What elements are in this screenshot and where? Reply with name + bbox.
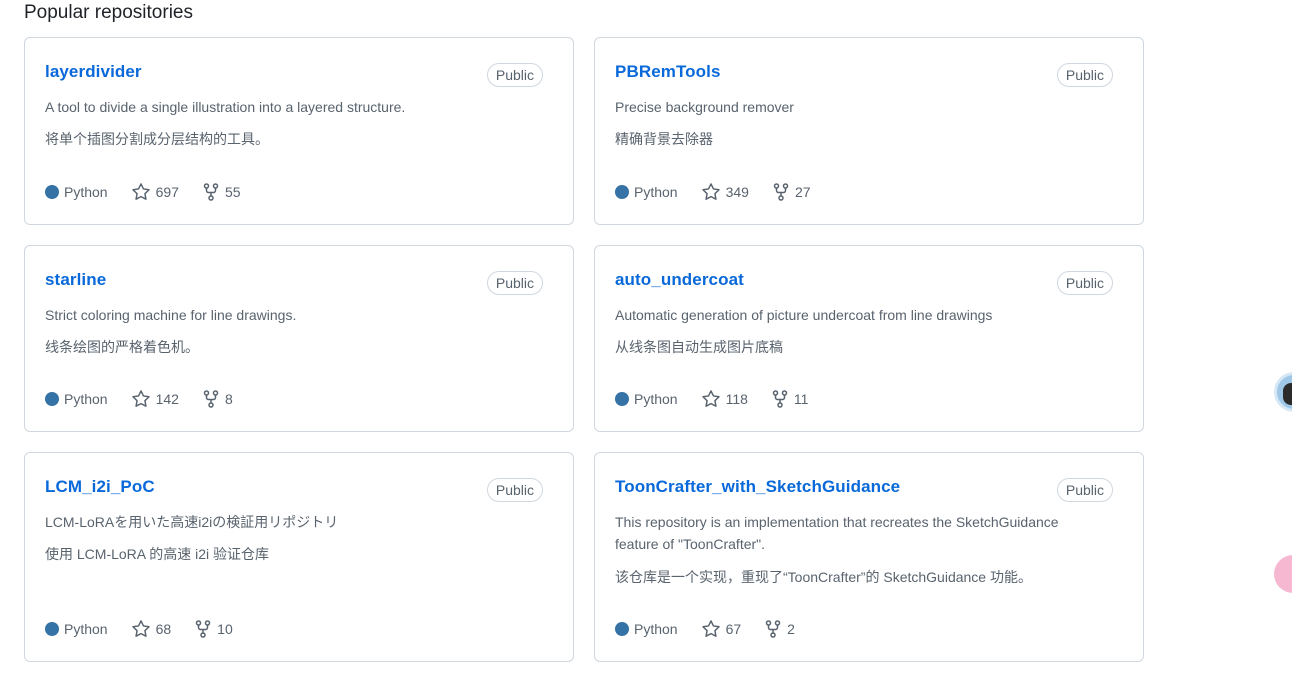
repo-description: A tool to divide a single illustration i… bbox=[45, 99, 406, 115]
visibility-badge: Public bbox=[486, 271, 543, 295]
repo-link[interactable]: layerdivider bbox=[45, 62, 142, 82]
star-icon bbox=[131, 620, 150, 637]
stars-link[interactable]: 67 bbox=[701, 620, 742, 638]
star-icon bbox=[701, 620, 720, 637]
forks-link[interactable]: 27 bbox=[773, 183, 811, 201]
repo-card: starline Public Strict coloring machine … bbox=[24, 245, 574, 432]
visibility-badge: Public bbox=[1056, 63, 1113, 87]
repo-description: LCM-LoRAを用いた高速i2iの検証用リポジトリ bbox=[45, 514, 339, 530]
fork-count: 55 bbox=[224, 184, 241, 200]
star-count: 697 bbox=[155, 184, 179, 200]
star-count: 67 bbox=[725, 621, 742, 637]
fork-icon bbox=[773, 183, 789, 201]
repo-language: Python bbox=[64, 184, 108, 200]
fork-icon bbox=[765, 620, 781, 638]
stars-link[interactable]: 68 bbox=[131, 620, 172, 638]
forks-link[interactable]: 8 bbox=[203, 390, 233, 408]
repo-card: auto_undercoat Public Automatic generati… bbox=[594, 245, 1144, 432]
star-count: 142 bbox=[155, 391, 179, 407]
fork-count: 10 bbox=[217, 621, 233, 637]
forks-link[interactable]: 55 bbox=[203, 183, 241, 201]
repo-link[interactable]: auto_undercoat bbox=[615, 270, 744, 290]
repo-language: Python bbox=[64, 621, 108, 637]
language-color-dot bbox=[45, 622, 59, 636]
repo-meta: Python 118 11 bbox=[615, 389, 832, 409]
star-count: 118 bbox=[725, 391, 748, 407]
fork-icon bbox=[203, 390, 219, 408]
repo-meta: Python 349 27 bbox=[615, 182, 835, 202]
repo-language: Python bbox=[634, 621, 678, 637]
repo-description: Automatic generation of picture undercoa… bbox=[615, 307, 993, 323]
profile-page: Popular repositories layerdivider Public… bbox=[0, 0, 1292, 695]
language-color-dot bbox=[45, 185, 59, 199]
forks-link[interactable]: 10 bbox=[195, 620, 233, 638]
fork-count: 8 bbox=[224, 391, 233, 407]
repo-description-translation: 将单个插图分割成分层结构的工具。 bbox=[45, 131, 269, 147]
stars-link[interactable]: 118 bbox=[701, 390, 748, 408]
floating-assistant-button[interactable] bbox=[1274, 555, 1292, 593]
language-color-dot bbox=[45, 392, 59, 406]
fork-count: 27 bbox=[794, 184, 811, 200]
stars-link[interactable]: 142 bbox=[131, 390, 179, 408]
repo-card: ToonCrafter_with_SketchGuidance Public T… bbox=[594, 452, 1144, 662]
repo-language: Python bbox=[634, 184, 678, 200]
popular-repositories-heading: Popular repositories bbox=[24, 2, 193, 23]
fork-icon bbox=[772, 390, 788, 408]
repo-link[interactable]: starline bbox=[45, 270, 106, 290]
star-count: 68 bbox=[155, 621, 172, 637]
repo-description-translation: 使用 LCM-LoRA 的高速 i2i 验证仓库 bbox=[45, 546, 270, 562]
star-icon bbox=[701, 183, 720, 200]
repo-description: Strict coloring machine for line drawing… bbox=[45, 307, 297, 323]
star-icon bbox=[131, 390, 150, 407]
repo-meta: Python 142 8 bbox=[45, 389, 257, 409]
star-icon bbox=[701, 390, 720, 407]
repo-description: Precise background remover bbox=[615, 99, 794, 115]
repo-description: This repository is an implementation tha… bbox=[615, 514, 1059, 552]
repo-link[interactable]: PBRemTools bbox=[615, 62, 721, 82]
repo-meta: Python 67 2 bbox=[615, 619, 819, 639]
visibility-badge: Public bbox=[1056, 478, 1113, 502]
language-color-dot bbox=[615, 622, 629, 636]
fork-icon bbox=[195, 620, 211, 638]
fork-icon bbox=[203, 183, 219, 201]
forks-link[interactable]: 11 bbox=[772, 390, 809, 408]
language-color-dot bbox=[615, 392, 629, 406]
repo-description-translation: 线条绘图的严格着色机。 bbox=[45, 339, 199, 355]
repo-language: Python bbox=[634, 391, 678, 407]
repo-card: LCM_i2i_PoC Public LCM-LoRAを用いた高速i2iの検証用… bbox=[24, 452, 574, 662]
repo-language: Python bbox=[64, 391, 108, 407]
visibility-badge: Public bbox=[1056, 271, 1113, 295]
repo-card: PBRemTools Public Precise background rem… bbox=[594, 37, 1144, 225]
avatar-figure-icon bbox=[1283, 383, 1292, 405]
repo-meta: Python 68 10 bbox=[45, 619, 257, 639]
repo-description-translation: 该仓库是一个实现，重现了“ToonCrafter”的 SketchGuidanc… bbox=[615, 569, 1032, 585]
repo-link[interactable]: ToonCrafter_with_SketchGuidance bbox=[615, 477, 900, 497]
forks-link[interactable]: 2 bbox=[765, 620, 795, 638]
language-color-dot bbox=[615, 185, 629, 199]
fork-count: 2 bbox=[787, 621, 795, 637]
star-icon bbox=[131, 183, 150, 200]
stars-link[interactable]: 349 bbox=[701, 183, 749, 201]
repo-card: layerdivider Public A tool to divide a s… bbox=[24, 37, 574, 225]
repo-description-translation: 精确背景去除器 bbox=[615, 131, 713, 147]
visibility-badge: Public bbox=[486, 478, 543, 502]
star-count: 349 bbox=[725, 184, 749, 200]
repo-description-translation: 从线条图自动生成图片底稿 bbox=[615, 339, 783, 355]
fork-count: 11 bbox=[793, 391, 809, 407]
floating-avatar-button[interactable] bbox=[1274, 372, 1292, 412]
stars-link[interactable]: 697 bbox=[131, 183, 179, 201]
repo-meta: Python 697 55 bbox=[45, 182, 265, 202]
visibility-badge: Public bbox=[486, 63, 543, 87]
repo-link[interactable]: LCM_i2i_PoC bbox=[45, 477, 155, 497]
